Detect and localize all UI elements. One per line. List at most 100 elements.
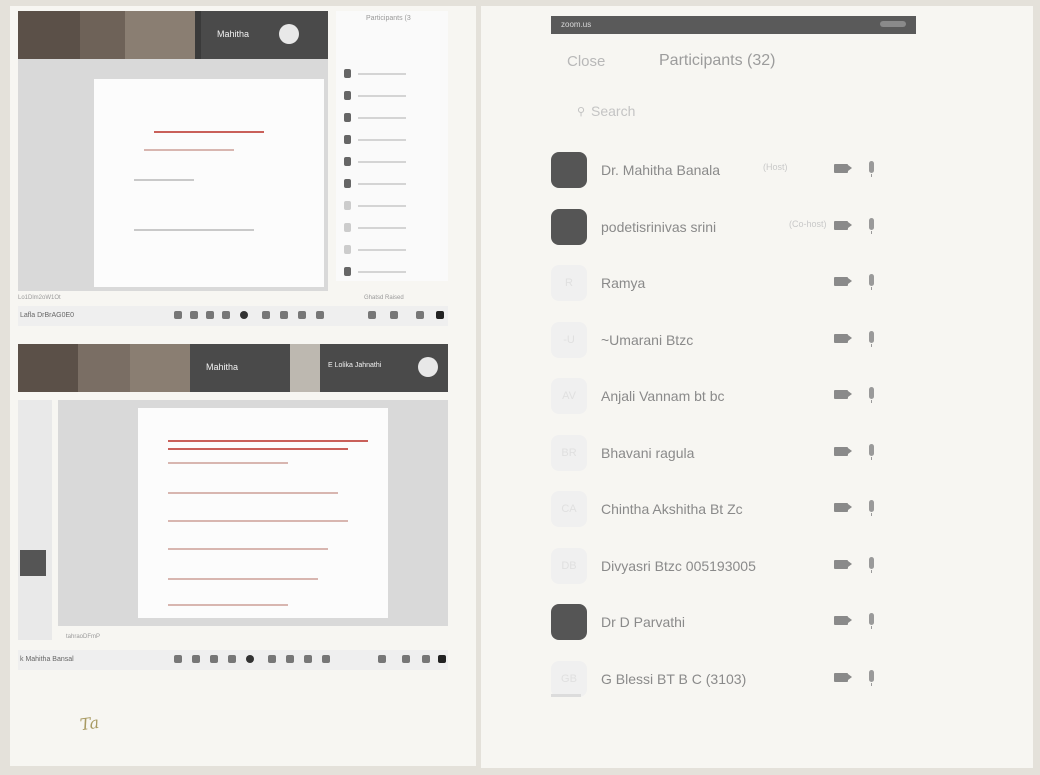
toolbar-icon[interactable] [190, 311, 198, 319]
microphone-icon[interactable] [869, 161, 874, 177]
toolbar-icon[interactable] [222, 311, 230, 319]
toolbar-icon[interactable] [174, 311, 182, 319]
participant-row[interactable]: AV Anjali Vannam bt bc [551, 378, 891, 418]
toolbar-icon[interactable] [246, 655, 254, 663]
toolbar-icon[interactable] [240, 311, 248, 319]
toolbar-icon[interactable] [436, 311, 444, 319]
toolbar-icon[interactable] [206, 311, 214, 319]
microphone-icon[interactable] [869, 387, 874, 403]
microphone-icon[interactable] [869, 500, 874, 516]
microphone-icon[interactable] [869, 613, 874, 629]
participant-row[interactable]: CA Chintha Akshitha Bt Zc [551, 491, 891, 531]
video-camera-icon[interactable] [834, 446, 852, 456]
toolbar-icon[interactable] [286, 655, 294, 663]
video-tile[interactable] [125, 11, 195, 59]
microphone-icon[interactable] [869, 330, 874, 347]
toolbar-icon[interactable] [390, 311, 398, 319]
participant-name: Divyasri Btzc 005193005 [601, 557, 756, 574]
video-tile[interactable] [80, 11, 125, 59]
toolbar-icon[interactable] [304, 655, 312, 663]
list-item[interactable] [344, 267, 440, 277]
second-speaker-tile[interactable]: E Lolika Jahnathi [320, 344, 448, 392]
thumbnail[interactable] [20, 550, 46, 576]
toolbar-icon[interactable] [298, 311, 306, 319]
speaker-avatar [418, 357, 438, 377]
video-tile[interactable] [18, 344, 78, 392]
toolbar-icon[interactable] [438, 655, 446, 663]
video-camera-icon[interactable] [834, 333, 852, 343]
toolbar-icon[interactable] [268, 655, 276, 663]
handwritten-scribble: Ta [78, 712, 101, 735]
list-item[interactable] [344, 201, 440, 211]
list-item[interactable] [344, 91, 440, 101]
shared-screen [58, 400, 448, 626]
participant-row[interactable]: R Ramya [551, 265, 891, 305]
active-speaker-tile[interactable]: Mahitha [190, 344, 290, 392]
participant-row[interactable]: Dr D Parvathi [551, 604, 891, 644]
microphone-icon[interactable] [869, 443, 874, 460]
toolbar-icon[interactable] [322, 655, 330, 663]
meeting-screenshot-top: Mahitha Participants (3 Lo1Dlm2oW1Ot Gha… [18, 11, 448, 327]
toolbar-icon[interactable] [316, 311, 324, 319]
participant-row[interactable]: GB G Blessi BT B C (3103) [551, 660, 891, 701]
list-item[interactable] [344, 157, 440, 167]
toolbar-icon[interactable] [262, 311, 270, 319]
left-sidebar [18, 400, 52, 640]
close-button[interactable]: Close [567, 53, 605, 70]
toolbar-icon[interactable] [368, 311, 376, 319]
search-icon: ⚲ [577, 106, 586, 118]
toolbar-icon[interactable] [402, 655, 410, 663]
toolbar-icon[interactable] [210, 655, 218, 663]
video-tile[interactable] [18, 11, 80, 59]
microphone-icon[interactable] [869, 274, 874, 290]
participant-name: Bhavani ragula [601, 444, 695, 461]
video-camera-icon[interactable] [834, 503, 852, 512]
video-tile[interactable] [130, 344, 190, 392]
active-speaker-tile[interactable]: Mahitha [201, 11, 328, 59]
participant-row[interactable]: BR Bhavani ragula [551, 434, 891, 475]
toolbar-icon[interactable] [422, 655, 430, 663]
avatar: GB [551, 660, 587, 697]
toolbar-icon[interactable] [174, 655, 182, 663]
toolbar-icon[interactable] [280, 311, 288, 319]
video-camera-icon[interactable] [834, 390, 852, 399]
participant-name: Chintha Akshitha Bt Zc [601, 501, 743, 517]
participant-row[interactable]: -U ~Umarani Btzc [551, 321, 891, 362]
list-item[interactable] [344, 223, 440, 233]
participant-name: Ramya [601, 275, 646, 291]
microphone-icon[interactable] [869, 217, 874, 234]
search-box[interactable]: ⚲ [577, 102, 777, 122]
list-item[interactable] [344, 245, 440, 255]
video-camera-icon[interactable] [834, 220, 852, 230]
toolbar-icon[interactable] [378, 655, 386, 663]
video-camera-icon[interactable] [834, 672, 852, 682]
participant-name: podetisrinivas srini [601, 218, 717, 235]
second-speaker-name: E Lolika Jahnathi [328, 362, 382, 369]
list-item[interactable] [344, 179, 440, 189]
video-tile[interactable] [78, 344, 130, 392]
microphone-icon[interactable] [869, 669, 874, 686]
search-input[interactable] [591, 102, 761, 120]
microphone-icon[interactable] [869, 556, 874, 573]
video-tile[interactable] [290, 344, 320, 392]
participant-row[interactable]: Dr. Mahitha Banala (Host) [551, 152, 891, 192]
participant-name: Anjali Vannam bt bc [601, 388, 725, 404]
video-camera-icon[interactable] [834, 559, 852, 569]
shared-screen [18, 59, 328, 291]
list-item[interactable] [344, 113, 440, 123]
toolbar-icon[interactable] [192, 655, 200, 663]
list-item[interactable] [344, 69, 440, 79]
avatar [551, 208, 587, 245]
participant-name: G Blessi BT B C (3103) [601, 670, 747, 687]
toolbar-icon[interactable] [416, 311, 424, 319]
toolbar-icon[interactable] [228, 655, 236, 663]
video-camera-icon[interactable] [834, 616, 852, 625]
status-text: tahraoDFmP [66, 634, 101, 640]
participant-row[interactable]: DB Divyasri Btzc 005193005 [551, 547, 891, 588]
participant-row[interactable]: podetisrinivas srini (Co-host) [551, 208, 891, 249]
video-camera-icon[interactable] [834, 277, 852, 286]
window-titlebar: zoom.us [551, 16, 916, 34]
toolbar-label: k Mahitha Bansal [20, 656, 74, 663]
video-camera-icon[interactable] [834, 164, 852, 173]
list-item[interactable] [344, 135, 440, 145]
